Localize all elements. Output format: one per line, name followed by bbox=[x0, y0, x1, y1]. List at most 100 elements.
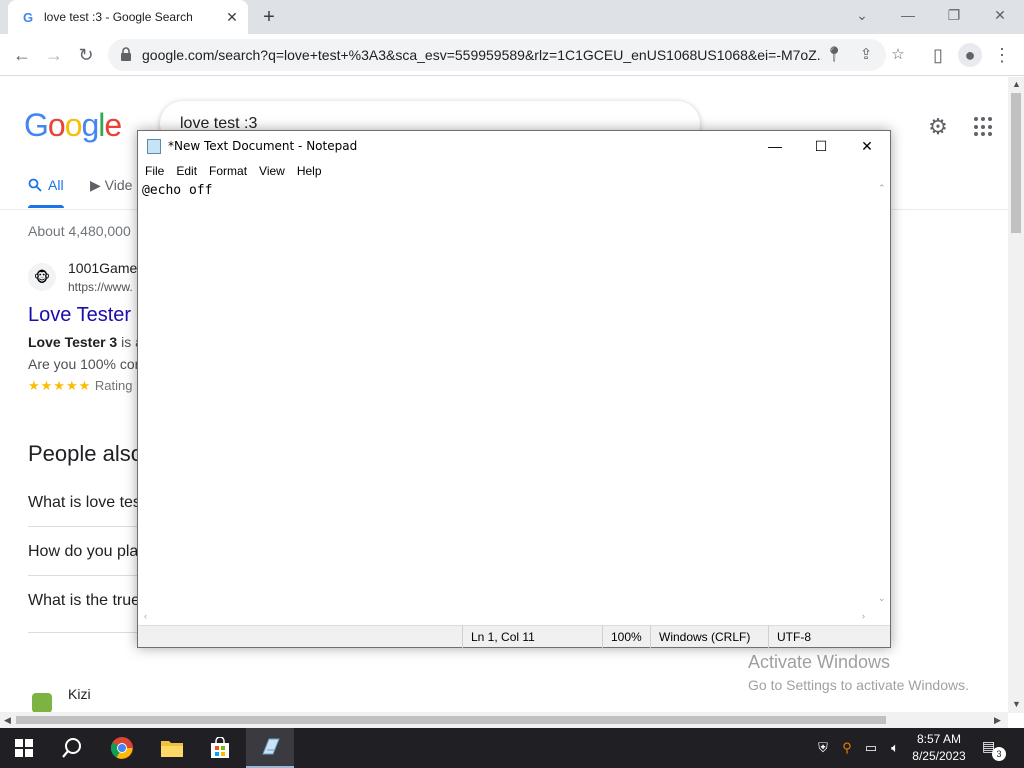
notepad-text-area[interactable]: @echo off bbox=[140, 181, 874, 611]
tab-all-label: All bbox=[48, 177, 64, 193]
notepad-horizontal-scrollbar[interactable]: ‹ › bbox=[140, 609, 874, 625]
volume-icon[interactable]: 🔈︎ bbox=[886, 739, 904, 757]
taskbar-file-explorer[interactable] bbox=[148, 728, 196, 768]
snippet-bold: Love Tester 3 bbox=[28, 334, 118, 350]
store-bag-icon bbox=[211, 737, 229, 758]
back-arrow-icon[interactable]: ← bbox=[10, 43, 34, 67]
taskbar-clock[interactable]: 8:57 AM 8/25/2023 bbox=[904, 731, 974, 765]
lock-icon bbox=[121, 47, 131, 61]
scroll-down-arrow-icon[interactable]: ▼ bbox=[1012, 699, 1021, 709]
search-icon bbox=[28, 178, 42, 192]
location-pin-icon[interactable]: 📍︎ bbox=[824, 45, 844, 65]
taskbar-chrome[interactable] bbox=[98, 728, 146, 768]
taskbar-search-button[interactable] bbox=[48, 728, 96, 768]
browser-minimize-button[interactable]: — bbox=[888, 4, 928, 26]
chrome-menu-icon[interactable]: ⋮ bbox=[990, 43, 1014, 67]
menu-help[interactable]: Help bbox=[297, 161, 330, 181]
status-cursor-position: Ln 1, Col 11 bbox=[462, 626, 602, 648]
notepad-close-button[interactable]: ✕ bbox=[844, 131, 890, 161]
notepad-status-bar: Ln 1, Col 11 100% Windows (CRLF) UTF-8 bbox=[138, 625, 890, 648]
result-title-link[interactable]: Love Tester bbox=[28, 304, 131, 327]
clock-time: 8:57 AM bbox=[916, 732, 962, 746]
search-icon bbox=[62, 738, 81, 758]
scroll-left-arrow-icon[interactable]: ◀ bbox=[4, 715, 11, 726]
google-favicon-icon: G bbox=[22, 9, 34, 25]
result-site-url: https://www. bbox=[68, 280, 133, 294]
browser-close-button[interactable]: ✕ bbox=[980, 4, 1020, 26]
scroll-up-arrow-icon[interactable]: ⌃ bbox=[878, 183, 886, 194]
tab-videos-label: Vide bbox=[104, 177, 133, 193]
result-site-name[interactable]: Kizi bbox=[68, 686, 91, 702]
scroll-right-arrow-icon[interactable]: › bbox=[862, 611, 865, 621]
browser-tab[interactable]: G love test :3 - Google Search ✕ bbox=[8, 0, 248, 34]
status-line-ending: Windows (CRLF) bbox=[650, 626, 768, 648]
security-shield-icon[interactable]: ⛨ bbox=[814, 739, 832, 757]
notepad-icon bbox=[262, 738, 280, 755]
tab-title: love test :3 - Google Search bbox=[44, 10, 193, 24]
notepad-title: *New Text Document - Notepad bbox=[168, 139, 358, 153]
scroll-thumb[interactable] bbox=[16, 716, 886, 724]
notepad-minimize-button[interactable]: — bbox=[752, 131, 798, 161]
result-count: About 4,480,000 bbox=[28, 223, 131, 239]
scroll-thumb[interactable] bbox=[1011, 93, 1021, 233]
result-site-name[interactable]: 1001Game bbox=[68, 260, 137, 276]
forward-arrow-icon[interactable]: → bbox=[42, 43, 66, 67]
status-zoom: 100% bbox=[602, 626, 650, 648]
scroll-down-arrow-icon[interactable]: ⌄ bbox=[878, 593, 886, 604]
browser-restore-button[interactable]: ❐ bbox=[934, 4, 974, 26]
side-panel-icon[interactable]: ▯ bbox=[926, 43, 950, 67]
notification-count-badge: 3 bbox=[992, 747, 1006, 761]
browser-toolbar: ← → ↻ google.com/search?q=love+test+%3A3… bbox=[0, 34, 1024, 76]
clock-date: 8/25/2023 bbox=[912, 749, 966, 763]
taskbar-store[interactable] bbox=[196, 728, 244, 768]
logo-letter: o bbox=[47, 107, 66, 143]
play-icon: ▶︎ bbox=[90, 177, 105, 193]
folder-icon bbox=[161, 741, 183, 757]
network-icon[interactable]: ▭ bbox=[862, 739, 880, 757]
settings-gear-icon[interactable]: ⚙ bbox=[926, 115, 950, 139]
notepad-content: @echo off bbox=[142, 183, 213, 198]
menu-view[interactable]: View bbox=[259, 161, 293, 181]
share-icon[interactable]: ⇪ bbox=[856, 45, 876, 65]
active-tab-indicator bbox=[28, 205, 64, 208]
new-tab-button[interactable]: + bbox=[258, 6, 280, 28]
logo-letter: o bbox=[64, 107, 83, 143]
chrome-icon bbox=[110, 737, 133, 759]
url-text: google.com/search?q=love+test+%3A3&sca_e… bbox=[142, 47, 822, 63]
reload-icon[interactable]: ↻ bbox=[74, 43, 98, 67]
notepad-menubar: File Edit Format View Help bbox=[138, 161, 890, 181]
scroll-right-arrow-icon[interactable]: ▶ bbox=[994, 715, 1001, 726]
activate-windows-subtitle: Go to Settings to activate Windows. bbox=[748, 677, 969, 693]
logo-letter: e bbox=[104, 107, 122, 143]
scroll-up-arrow-icon[interactable]: ▲ bbox=[1012, 79, 1021, 89]
menu-format[interactable]: Format bbox=[209, 161, 255, 181]
menu-file[interactable]: File bbox=[145, 161, 172, 181]
windows-logo-icon bbox=[15, 739, 33, 757]
windows-taskbar: ⛨ ⚲ ▭ 🔈︎ 8:57 AM 8/25/2023 ▤ 3 bbox=[0, 728, 1024, 768]
status-encoding: UTF-8 bbox=[768, 626, 890, 648]
kizi-favicon-icon bbox=[32, 693, 52, 713]
address-bar[interactable]: google.com/search?q=love+test+%3A3&sca_e… bbox=[108, 39, 905, 71]
notepad-vertical-scrollbar[interactable]: ⌃ ⌄ bbox=[874, 181, 890, 611]
scroll-left-arrow-icon[interactable]: ‹ bbox=[144, 611, 147, 621]
menu-edit[interactable]: Edit bbox=[176, 161, 205, 181]
page-vertical-scrollbar[interactable]: ▲ ▼ bbox=[1008, 77, 1024, 713]
taskbar-notepad[interactable] bbox=[246, 728, 294, 768]
google-logo[interactable]: Google bbox=[24, 107, 122, 144]
logo-letter: G bbox=[24, 107, 49, 143]
notepad-maximize-button[interactable]: ☐ bbox=[798, 131, 844, 161]
start-button[interactable] bbox=[0, 728, 48, 768]
search-key-icon[interactable]: ⚲ bbox=[838, 739, 856, 757]
tab-search-chevron-icon[interactable]: ⌄ bbox=[842, 4, 882, 26]
tab-close-icon[interactable]: ✕ bbox=[224, 9, 240, 25]
notepad-window: *New Text Document - Notepad — ☐ ✕ File … bbox=[137, 130, 891, 648]
bookmark-star-icon[interactable]: ☆ bbox=[888, 45, 908, 65]
page-horizontal-scrollbar[interactable]: ◀ ▶ bbox=[0, 712, 1008, 728]
tab-all[interactable]: All bbox=[28, 177, 64, 193]
notepad-titlebar[interactable]: *New Text Document - Notepad — ☐ ✕ bbox=[138, 131, 890, 161]
tab-videos[interactable]: ▶︎ Vide bbox=[90, 177, 132, 194]
profile-avatar-icon[interactable]: ● bbox=[958, 43, 982, 67]
notepad-app-icon bbox=[147, 139, 161, 154]
google-apps-icon[interactable] bbox=[974, 117, 994, 137]
activate-windows-title: Activate Windows bbox=[748, 652, 891, 672]
